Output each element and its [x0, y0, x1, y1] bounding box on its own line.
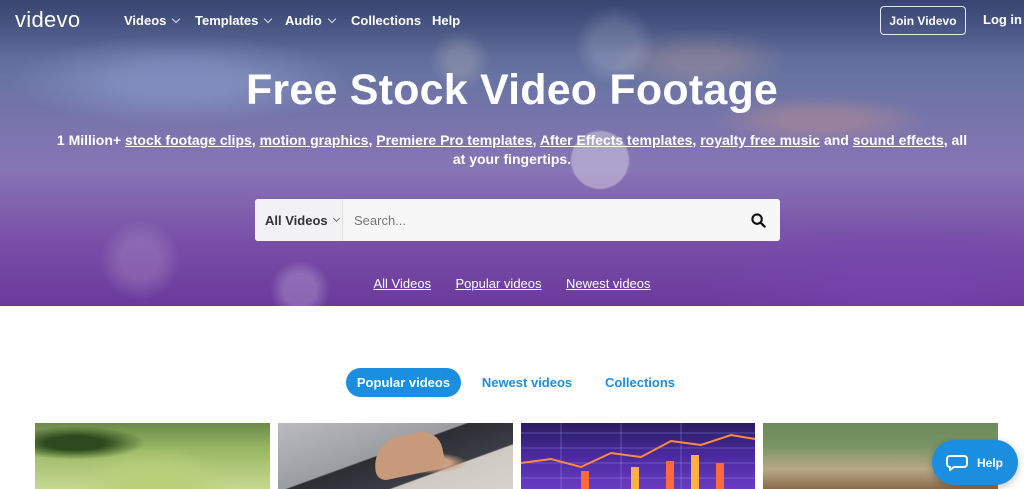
chart-graphic: [521, 423, 755, 489]
hero-title: Free Stock Video Footage: [245, 66, 779, 114]
login-link[interactable]: Log in: [983, 12, 1022, 27]
chevron-down-icon: [332, 214, 340, 222]
subtitle-text: ,: [368, 132, 373, 148]
royalty-free-music-link[interactable]: royalty free music: [700, 132, 820, 148]
subtitle-text: ,: [532, 132, 537, 148]
nav-item-label: Templates: [195, 13, 259, 28]
tab-collections[interactable]: Collections: [598, 368, 682, 397]
tab-popular-videos[interactable]: Popular videos: [346, 368, 461, 397]
search-icon[interactable]: [736, 199, 780, 241]
chevron-down-icon: [264, 14, 273, 24]
nav-item-audio[interactable]: Audio: [285, 13, 337, 28]
search-category-select[interactable]: All Videos: [255, 199, 343, 241]
premiere-templates-link[interactable]: Premiere Pro templates: [376, 132, 532, 148]
stock-footage-link[interactable]: stock footage clips: [125, 132, 252, 148]
nav-item-label: Help: [432, 13, 461, 28]
subtitle-text: 1 Million+: [56, 132, 122, 148]
video-thumbnail-chart[interactable]: [521, 423, 755, 489]
search-category-label: All Videos: [265, 212, 328, 228]
nav-item-collections[interactable]: Collections: [351, 13, 421, 28]
tab-newest-videos[interactable]: Newest videos: [474, 368, 580, 397]
subtitle-text: ,: [251, 132, 256, 148]
nav-item-label: Videos: [124, 13, 167, 28]
search-bar: All Videos: [255, 199, 780, 241]
nav-item-videos[interactable]: Videos: [124, 13, 181, 28]
search-input[interactable]: [343, 199, 736, 241]
chevron-down-icon: [172, 14, 181, 24]
chevron-down-icon: [327, 14, 337, 24]
video-thumbnail-laptop[interactable]: [278, 423, 513, 489]
quick-links: All Videos Popular videos Newest videos: [0, 275, 1024, 293]
video-thumbnail-forest[interactable]: [35, 423, 270, 489]
chat-bubble-icon: [946, 454, 968, 471]
nav-item-label: Collections: [351, 13, 422, 28]
videvo-logo[interactable]: videvo: [15, 7, 80, 33]
nav-item-templates[interactable]: Templates: [195, 13, 273, 28]
sound-effects-link[interactable]: sound effects: [853, 132, 944, 148]
join-button[interactable]: Join Videvo: [880, 6, 966, 35]
nav-item-help[interactable]: Help: [432, 13, 460, 28]
subtitle-text: and: [823, 132, 849, 148]
content-tabs: Popular videos Newest videos Collections: [0, 368, 1024, 398]
nav-item-label: Audio: [285, 13, 322, 28]
top-nav: videvo Videos Templates Audio Collection…: [0, 0, 1024, 40]
help-button[interactable]: Help: [932, 440, 1018, 485]
hand-shape: [369, 428, 447, 482]
after-effects-templates-link[interactable]: After Effects templates: [540, 132, 693, 148]
help-label: Help: [977, 455, 1004, 470]
quick-link-all-videos[interactable]: All Videos: [373, 276, 431, 291]
motion-graphics-link[interactable]: motion graphics: [260, 132, 369, 148]
hero-subtitle: 1 Million+ stock footage clips, motion g…: [56, 131, 968, 169]
subtitle-text: ,: [692, 132, 697, 148]
quick-link-popular-videos[interactable]: Popular videos: [456, 276, 542, 291]
quick-link-newest-videos[interactable]: Newest videos: [566, 276, 651, 291]
